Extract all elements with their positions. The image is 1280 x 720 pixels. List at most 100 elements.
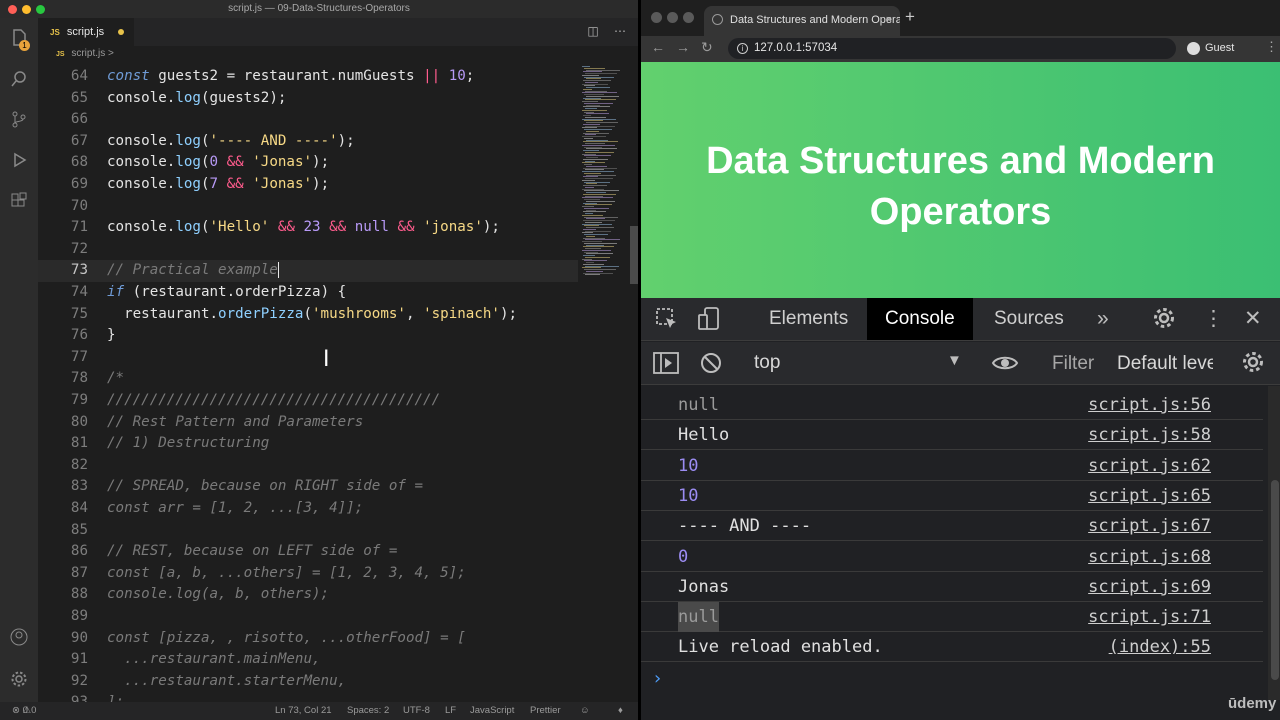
explorer-icon[interactable]: 1 [9,28,30,51]
console-source-link[interactable]: script.js:62 [1088,451,1211,481]
settings-gear-icon[interactable] [9,670,29,690]
console-scroll-thumb[interactable] [1271,480,1279,680]
code-line[interactable]: 77 [38,347,578,369]
indentation[interactable]: Spaces: 2 [347,702,389,720]
chevron-down-icon[interactable]: ▼ [947,352,962,369]
console-settings-gear-icon[interactable] [1241,350,1265,380]
device-toolbar-icon[interactable] [697,307,721,337]
code-line[interactable]: 67 console.log('---- AND ----'); [38,131,578,153]
account-icon[interactable] [9,628,29,648]
console-source-link[interactable]: script.js:67 [1088,511,1211,541]
editor-scrollbar[interactable] [630,62,638,702]
code-line[interactable]: 76} [38,325,578,347]
more-options-icon[interactable]: ⋮ [1203,306,1224,331]
problems-indicator[interactable]: ⊗ 0 ⚠ 0 [12,702,36,720]
code-line[interactable]: 66 [38,109,578,131]
extensions-icon[interactable] [9,192,29,212]
context-selector[interactable]: top [754,352,780,374]
code-line[interactable]: 90 const [pizza, , risotto, ...otherFood]… [38,628,578,650]
address-bar[interactable]: i 127.0.0.1:57034 [728,38,1176,59]
more-tabs-icon[interactable]: » [1097,307,1109,331]
code-line[interactable]: 92 ...restaurant.starterMenu, [38,671,578,693]
cursor-position[interactable]: Ln 73, Col 21 [275,702,332,720]
inspect-element-icon[interactable] [655,307,679,337]
code-line[interactable]: 88 console.log(a, b, others); [38,584,578,606]
clear-console-icon[interactable] [699,351,723,381]
code-line[interactable]: 89 [38,606,578,628]
breadcrumb-file[interactable]: script.js [71,48,105,59]
code-line[interactable]: 84 const arr = [1, 2, ...[3, 4]]; [38,498,578,520]
forward-arrow-icon[interactable]: → [676,39,690,55]
console-source-link[interactable]: (index):55 [1109,632,1211,662]
code-line[interactable]: 86 // REST, because on LEFT side of = [38,541,578,563]
console-source-link[interactable]: script.js:68 [1088,542,1211,572]
tab-script-js[interactable]: JS script.js [38,18,134,46]
code-line[interactable]: 85 [38,520,578,542]
info-icon[interactable]: i [737,43,748,54]
console-source-link[interactable]: script.js:69 [1088,572,1211,602]
code-line[interactable]: 79 //////////////////////////////////////… [38,390,578,412]
code-line[interactable]: 73 // Practical example [38,260,578,282]
close-tab-icon[interactable]: × [886,6,892,34]
console-prompt-icon[interactable]: › [654,668,661,689]
log-levels-dropdown[interactable]: Default levels [1117,353,1213,375]
maximize-window-button[interactable] [683,12,694,23]
console-source-link[interactable]: script.js:58 [1088,420,1211,450]
code-line[interactable]: 69 console.log(7 && 'Jonas'); [38,174,578,196]
minimize-window-button[interactable] [22,5,31,14]
reload-icon[interactable]: ↻ [701,39,713,56]
code-line[interactable]: 91 ...restaurant.mainMenu, [38,649,578,671]
feedback-icon[interactable]: ☺ [580,702,590,720]
code-line[interactable]: 72 [38,239,578,261]
new-tab-button[interactable]: + [905,7,915,27]
split-editor-icon[interactable]: ◫ [587,24,598,38]
run-debug-icon[interactable] [9,151,29,171]
source-control-icon[interactable] [9,110,29,130]
code-line[interactable]: 71 console.log('Hello' && 23 && null && '… [38,217,578,239]
sidebar-toggle-icon[interactable] [653,351,679,381]
search-icon[interactable] [9,70,29,90]
filter-input[interactable]: Filter [1052,353,1094,375]
profile-button[interactable]: Guest [1183,38,1261,59]
code-line[interactable]: 81 // 1) Destructuring [38,433,578,455]
back-arrow-icon[interactable]: ← [651,39,665,55]
line-number: 86 [70,543,88,560]
code-line[interactable]: 75 restaurant.orderPizza('mushrooms', 's… [38,304,578,326]
code-line[interactable]: 74 if (restaurant.orderPizza) { [38,282,578,304]
browser-menu-icon[interactable]: ⋮ [1265,39,1278,55]
console-source-link[interactable]: script.js:65 [1088,481,1211,511]
minimize-window-button[interactable] [667,12,678,23]
notifications-icon[interactable]: ♦ [618,702,623,720]
code-line[interactable]: 70 [38,196,578,218]
maximize-window-button[interactable] [36,5,45,14]
code-line[interactable]: 65 console.log(guests2); [38,88,578,110]
code-line[interactable]: 82 [38,455,578,477]
code-line[interactable]: 93]; [38,692,578,702]
console-source-link[interactable]: script.js:71 [1088,602,1211,632]
language-mode[interactable]: JavaScript [470,702,514,720]
more-actions-icon[interactable]: ⋯ [614,24,626,38]
code-line[interactable]: 87 const [a, b, ...others] = [1, 2, 3, 4,… [38,563,578,585]
tab-sources[interactable]: Sources [994,298,1064,340]
minimap[interactable] [578,62,630,702]
code-line[interactable]: 80 // Rest Pattern and Parameters [38,412,578,434]
eye-icon[interactable] [991,351,1019,381]
close-window-button[interactable] [651,12,662,23]
code-line[interactable]: 83 // SPREAD, because on RIGHT side of = [38,476,578,498]
close-devtools-icon[interactable]: ✕ [1244,306,1262,331]
settings-gear-icon[interactable] [1152,306,1176,336]
code-line[interactable]: 78 /* [38,368,578,390]
code-editor[interactable]: 64 const guests2 = restaurant.numGuests |… [38,66,578,702]
close-window-button[interactable] [8,5,17,14]
unsaved-dot-icon[interactable] [118,29,124,35]
browser-tab[interactable]: Data Structures and Modern Operators × [704,6,900,36]
editor-scroll-thumb[interactable] [630,226,638,284]
line-endings[interactable]: LF [445,702,456,720]
code-line[interactable]: 68 console.log(0 && 'Jonas'); [38,152,578,174]
console-source-link[interactable]: script.js:56 [1088,390,1211,420]
encoding[interactable]: UTF-8 [403,702,430,720]
tab-elements[interactable]: Elements [769,298,848,340]
prettier-status[interactable]: Prettier [530,702,561,720]
code-line[interactable]: 64 const guests2 = restaurant.numGuests |… [38,66,578,88]
tab-console[interactable]: Console [867,298,973,340]
